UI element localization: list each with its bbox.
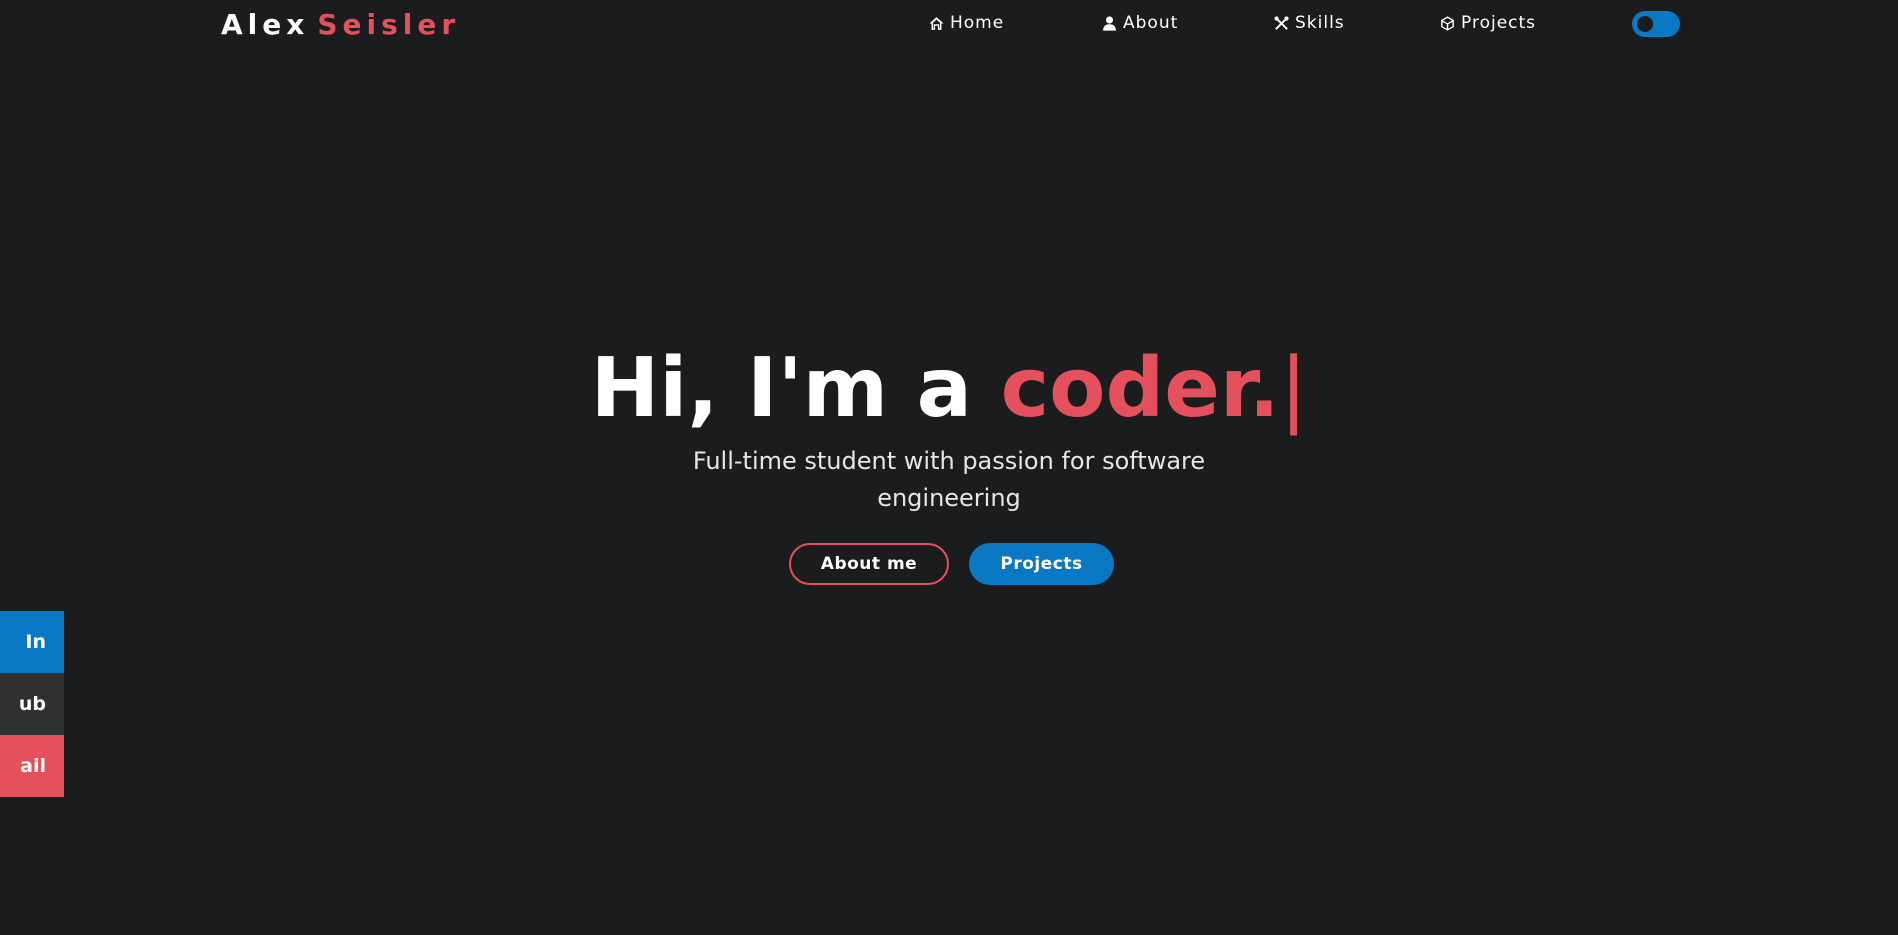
hero-title-word: coder. bbox=[1000, 341, 1280, 436]
home-icon bbox=[929, 16, 944, 30]
hero-subtitle: Full-time student with passion for softw… bbox=[692, 447, 1206, 512]
typing-cursor: | bbox=[1279, 341, 1308, 436]
user-icon bbox=[1103, 15, 1116, 31]
nav-item-about[interactable]: About bbox=[1101, 12, 1178, 34]
social-link-linkedin[interactable]: In bbox=[0, 611, 64, 673]
nav-label-home: Home bbox=[950, 13, 1005, 33]
nav-label-about: About bbox=[1123, 13, 1179, 33]
nav-item-home[interactable]: Home bbox=[928, 12, 1004, 34]
toggle-knob bbox=[1637, 16, 1653, 32]
theme-toggle[interactable] bbox=[1632, 11, 1680, 37]
social-link-github[interactable]: ub bbox=[0, 673, 64, 735]
site-logo[interactable]: Alex Seisler bbox=[221, 8, 460, 41]
social-label-github: ub bbox=[18, 693, 46, 715]
cube-icon bbox=[1441, 15, 1454, 31]
social-link-email[interactable]: ail bbox=[0, 735, 64, 797]
page: Alex Seisler Home About Skills Projects H… bbox=[0, 0, 1898, 935]
hero-title: Hi, I'm a coder.| bbox=[0, 334, 1898, 444]
nav-item-skills[interactable]: Skills bbox=[1273, 12, 1345, 34]
social-label-email: ail bbox=[20, 755, 46, 777]
projects-button[interactable]: Projects bbox=[969, 543, 1114, 585]
about-me-button[interactable]: About me bbox=[789, 543, 949, 585]
hero-title-prefix: Hi, I'm a bbox=[590, 341, 972, 436]
logo-last-name: Seisler bbox=[317, 8, 461, 41]
tools-icon bbox=[1274, 15, 1289, 30]
nav-label-skills: Skills bbox=[1295, 13, 1345, 33]
nav-label-projects: Projects bbox=[1461, 13, 1537, 33]
social-label-linkedin: In bbox=[25, 631, 46, 653]
nav-item-projects[interactable]: Projects bbox=[1439, 12, 1536, 34]
logo-first-name: Alex bbox=[221, 8, 310, 41]
